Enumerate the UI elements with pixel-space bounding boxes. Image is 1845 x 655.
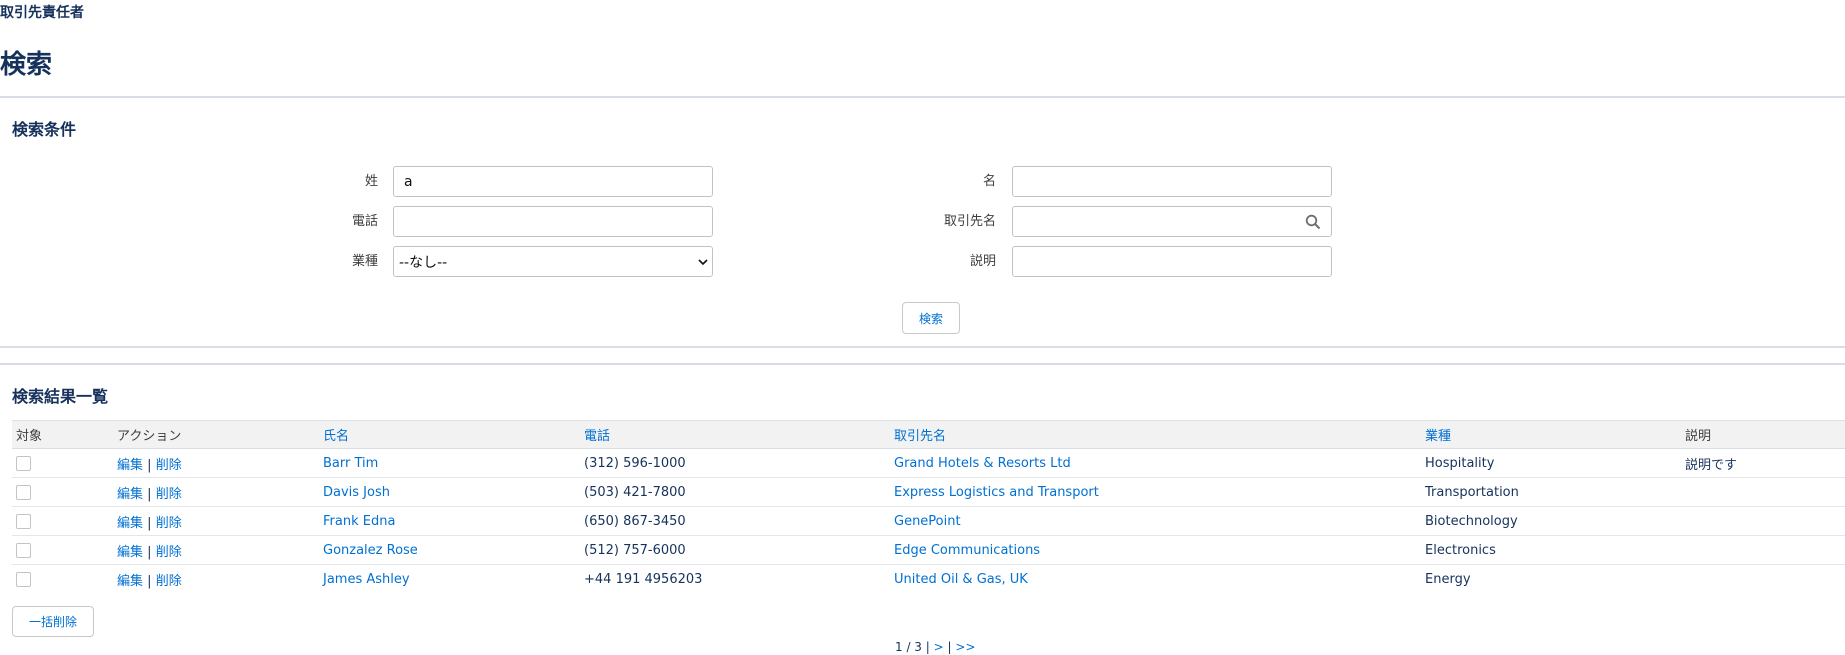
description-input[interactable] bbox=[1012, 246, 1332, 277]
results-table: 対象 アクション 氏名 電話 取引先名 業種 説明 編集 | 削除 Barr T… bbox=[12, 420, 1845, 593]
industry-cell: Energy bbox=[1425, 571, 1471, 587]
description-cell bbox=[1681, 477, 1845, 507]
action-separator: | bbox=[147, 573, 152, 589]
pagination: 1 / 3 | > | >> bbox=[895, 640, 976, 654]
bulk-delete-button[interactable]: 一括削除 bbox=[12, 606, 94, 637]
column-header-target: 対象 bbox=[12, 420, 113, 449]
column-header-name[interactable]: 氏名 bbox=[319, 420, 580, 449]
column-header-account[interactable]: 取引先名 bbox=[890, 420, 1421, 449]
account-name-link[interactable]: United Oil & Gas, UK bbox=[894, 572, 1028, 587]
row-checkbox[interactable] bbox=[16, 455, 31, 471]
page-indicator: 1 / 3 bbox=[895, 640, 922, 654]
breadcrumb: 取引先責任者 bbox=[0, 5, 84, 21]
pagination-separator: | bbox=[947, 640, 952, 654]
row-checkbox[interactable] bbox=[16, 484, 31, 500]
phone-cell: +44 191 4956203 bbox=[584, 571, 703, 587]
search-divider-top bbox=[0, 346, 1845, 348]
description-label: 説明 bbox=[969, 254, 996, 269]
industry-select[interactable]: --なし-- bbox=[393, 246, 713, 277]
contact-name-link[interactable]: Frank Edna bbox=[323, 514, 395, 529]
column-header-action: アクション bbox=[113, 420, 319, 449]
chevron-down-icon bbox=[698, 258, 708, 265]
account-name-input[interactable] bbox=[1012, 206, 1332, 237]
industry-label: 業種 bbox=[351, 254, 378, 269]
first-name-label: 名 bbox=[982, 174, 996, 189]
description-cell: 説明です bbox=[1681, 448, 1845, 478]
table-row: 編集 | 削除 Barr Tim (312) 596-1000 Grand Ho… bbox=[12, 448, 1845, 478]
edit-link[interactable]: 編集 bbox=[117, 574, 143, 589]
last-name-input[interactable]: a bbox=[393, 166, 713, 197]
action-separator: | bbox=[147, 515, 152, 531]
pagination-separator: | bbox=[925, 640, 930, 654]
account-name-link[interactable]: Grand Hotels & Resorts Ltd bbox=[894, 456, 1071, 471]
edit-link[interactable]: 編集 bbox=[117, 545, 143, 560]
account-name-link[interactable]: Edge Communications bbox=[894, 543, 1040, 558]
search-section-title: 検索条件 bbox=[12, 120, 77, 139]
account-name-link[interactable]: GenePoint bbox=[894, 514, 961, 529]
header-divider bbox=[0, 96, 1845, 98]
account-name-link[interactable]: Express Logistics and Transport bbox=[894, 485, 1099, 500]
edit-link[interactable]: 編集 bbox=[117, 487, 143, 502]
description-cell bbox=[1681, 565, 1845, 594]
phone-cell: (312) 596-1000 bbox=[580, 448, 890, 478]
phone-cell: (503) 421-7800 bbox=[580, 477, 890, 507]
table-header-row: 対象 アクション 氏名 電話 取引先名 業種 説明 bbox=[12, 420, 1845, 449]
delete-link[interactable]: 削除 bbox=[156, 574, 182, 589]
search-button[interactable]: 検索 bbox=[902, 302, 960, 334]
description-cell bbox=[1681, 535, 1845, 565]
column-header-phone[interactable]: 電話 bbox=[580, 420, 890, 449]
first-name-input[interactable] bbox=[1012, 166, 1332, 197]
last-name-value: a bbox=[404, 173, 413, 190]
action-separator: | bbox=[147, 486, 152, 502]
delete-link[interactable]: 削除 bbox=[156, 516, 182, 531]
action-separator: | bbox=[147, 457, 152, 473]
page-title: 検索 bbox=[0, 50, 53, 80]
search-divider-bottom bbox=[0, 363, 1845, 365]
column-header-industry[interactable]: 業種 bbox=[1421, 420, 1681, 449]
account-name-label: 取引先名 bbox=[943, 214, 996, 229]
edit-link[interactable]: 編集 bbox=[117, 458, 143, 473]
contact-name-link[interactable]: Gonzalez Rose bbox=[323, 543, 418, 558]
action-separator: | bbox=[147, 544, 152, 560]
search-icon[interactable] bbox=[1305, 214, 1321, 230]
row-checkbox[interactable] bbox=[16, 513, 31, 529]
description-cell bbox=[1681, 506, 1845, 536]
row-checkbox[interactable] bbox=[16, 571, 31, 587]
industry-selected-value: --なし-- bbox=[399, 254, 448, 271]
phone-cell: (650) 867-3450 bbox=[580, 506, 890, 536]
phone-input[interactable] bbox=[393, 206, 713, 237]
industry-cell: Electronics bbox=[1421, 535, 1681, 565]
row-checkbox[interactable] bbox=[16, 542, 31, 558]
industry-cell: Hospitality bbox=[1421, 448, 1681, 478]
phone-cell: (512) 757-6000 bbox=[580, 535, 890, 565]
next-page-link[interactable]: > bbox=[934, 640, 944, 654]
phone-label: 電話 bbox=[351, 214, 378, 229]
last-page-link[interactable]: >> bbox=[955, 640, 975, 654]
delete-link[interactable]: 削除 bbox=[156, 545, 182, 560]
edit-link[interactable]: 編集 bbox=[117, 516, 143, 531]
table-row: 編集 | 削除 Frank Edna (650) 867-3450 GenePo… bbox=[12, 506, 1845, 536]
contact-name-link[interactable]: Davis Josh bbox=[323, 485, 390, 500]
delete-link[interactable]: 削除 bbox=[156, 487, 182, 502]
last-name-label: 姓 bbox=[364, 174, 378, 189]
results-section-title: 検索結果一覧 bbox=[12, 387, 109, 406]
industry-cell: Biotechnology bbox=[1421, 506, 1681, 536]
table-row: 編集 | 削除 James Ashley +44 191 4956203 Uni… bbox=[12, 565, 1845, 594]
contact-name-link[interactable]: James Ashley bbox=[323, 572, 410, 587]
industry-cell: Transportation bbox=[1421, 477, 1681, 507]
table-row: 編集 | 削除 Davis Josh (503) 421-7800 Expres… bbox=[12, 477, 1845, 507]
table-row: 編集 | 削除 Gonzalez Rose (512) 757-6000 Edg… bbox=[12, 535, 1845, 565]
contact-name-link[interactable]: Barr Tim bbox=[323, 456, 378, 471]
delete-link[interactable]: 削除 bbox=[156, 458, 182, 473]
column-header-description: 説明 bbox=[1681, 420, 1845, 449]
